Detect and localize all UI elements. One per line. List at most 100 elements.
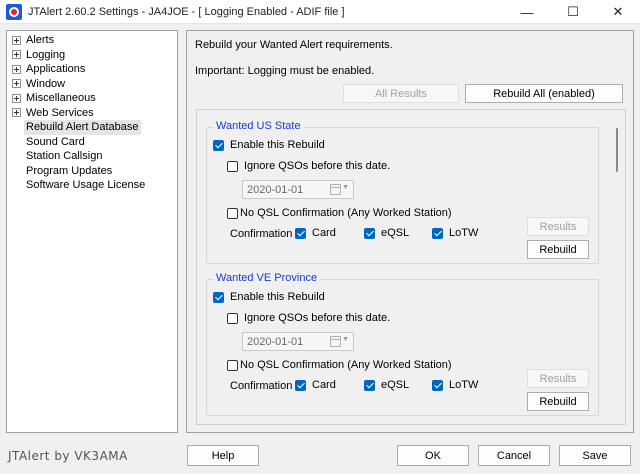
card-checkbox[interactable]: Card [295, 379, 336, 391]
checkbox-checked-icon[interactable] [295, 379, 306, 391]
tree-item-label: Station Callsign [26, 150, 103, 162]
eqsl-checkbox[interactable]: eQSL [364, 227, 409, 239]
tree-item-applications[interactable]: Applications [7, 62, 177, 77]
help-button[interactable]: Help [187, 445, 259, 466]
checkbox-unchecked-icon[interactable] [227, 312, 238, 324]
group-wanted-us-state: Wanted US State Enable this Rebuild Igno… [206, 120, 599, 264]
checkbox-label: Card [312, 379, 336, 391]
important-text: Important: Logging must be enabled. [195, 65, 375, 77]
tree-item-label: Logging [26, 48, 66, 61]
rebuild-scroll-area[interactable]: Wanted US State Enable this Rebuild Igno… [196, 109, 626, 425]
tree-item-label: Program Updates [26, 164, 113, 177]
date-value: 2020-01-01 [247, 335, 304, 348]
checkbox-label: Card [312, 227, 336, 239]
tree-item-alerts[interactable]: Alerts [7, 33, 177, 48]
tree-item-window[interactable]: Window [7, 77, 177, 92]
no-qsl-checkbox[interactable]: No QSL Confirmation (Any Worked Station) [227, 207, 452, 219]
window-controls: — ☐ ✕ [504, 0, 640, 24]
checkbox-label: Enable this Rebuild [230, 291, 325, 303]
calendar-icon[interactable] [330, 336, 341, 347]
group-title: Wanted US State [213, 120, 304, 132]
checkbox-checked-icon[interactable] [364, 227, 375, 239]
calendar-icon[interactable] [330, 184, 341, 195]
checkbox-unchecked-icon[interactable] [227, 160, 238, 172]
tree-item-label: Miscellaneous [26, 92, 96, 104]
tree-item-software-usage-license[interactable]: Software Usage License [7, 178, 177, 193]
card-checkbox[interactable]: Card [295, 227, 336, 239]
checkbox-label: LoTW [449, 227, 479, 239]
tree-item-label: Window [26, 77, 66, 90]
minimize-button[interactable]: — [504, 0, 550, 24]
rebuild-button[interactable]: Rebuild [527, 392, 589, 411]
checkbox-checked-icon[interactable] [295, 227, 306, 239]
checkbox-unchecked-icon[interactable] [227, 359, 238, 371]
expand-icon[interactable] [12, 79, 21, 89]
tree-item-program-updates[interactable]: Program Updates [7, 164, 177, 179]
tree-item-web-services[interactable]: Web Services [7, 106, 177, 121]
no-qsl-checkbox[interactable]: No QSL Confirmation (Any Worked Station) [227, 359, 452, 371]
checkbox-label: eQSL [381, 227, 410, 239]
checkbox-checked-icon[interactable] [432, 379, 443, 391]
tree-item-station-callsign[interactable]: Station Callsign [7, 149, 177, 164]
expand-icon[interactable] [12, 108, 21, 118]
tree-item-rebuild-alert-database[interactable]: Rebuild Alert Database [7, 120, 177, 135]
settings-tree[interactable]: Alerts Logging Applications Window Misce… [6, 30, 178, 433]
cancel-button[interactable]: Cancel [478, 445, 550, 466]
app-icon [6, 3, 22, 20]
vertical-scrollbar[interactable] [608, 110, 625, 424]
checkbox-checked-icon[interactable] [213, 291, 224, 303]
group-wanted-ve-province: Wanted VE Province Enable this Rebuild I… [206, 272, 599, 416]
confirmation-label: Confirmation [230, 228, 293, 240]
enable-rebuild-checkbox[interactable]: Enable this Rebuild [213, 139, 325, 151]
checkbox-label: No QSL Confirmation (Any Worked Station) [240, 359, 452, 371]
ignore-qsos-checkbox[interactable]: Ignore QSOs before this date. [227, 312, 390, 324]
tree-item-label: Software Usage License [26, 179, 146, 191]
results-button[interactable]: Results [527, 217, 589, 236]
all-results-button[interactable]: All Results [343, 84, 459, 103]
chevron-down-icon[interactable]: ▼ [342, 184, 349, 191]
brand-label: JTAlert by VK3AMA [8, 449, 128, 463]
save-button[interactable]: Save [559, 445, 631, 466]
tree-item-miscellaneous[interactable]: Miscellaneous [7, 91, 177, 106]
checkbox-checked-icon[interactable] [364, 379, 375, 391]
scrollbar-thumb[interactable] [616, 128, 618, 172]
checkbox-checked-icon[interactable] [432, 227, 443, 239]
chevron-down-icon[interactable]: ▼ [342, 336, 349, 343]
ignore-date-picker[interactable]: 2020-01-01 ▼ [242, 180, 354, 199]
results-button[interactable]: Results [527, 369, 589, 388]
checkbox-checked-icon[interactable] [213, 139, 224, 151]
tree-item-label: Sound Card [26, 135, 85, 148]
ignore-date-picker[interactable]: 2020-01-01 ▼ [242, 332, 354, 351]
rebuild-all-button[interactable]: Rebuild All (enabled) [465, 84, 623, 103]
close-button[interactable]: ✕ [596, 0, 640, 24]
checkbox-label: Ignore QSOs before this date. [244, 160, 391, 172]
checkbox-label: LoTW [449, 379, 479, 391]
expand-icon[interactable] [12, 35, 21, 45]
expand-icon[interactable] [12, 93, 21, 103]
expand-icon[interactable] [12, 64, 21, 74]
tree-item-label: Web Services [26, 106, 94, 119]
rebuild-pane: Rebuild your Wanted Alert requirements. … [186, 30, 634, 433]
title-bar: JTAlert 2.60.2 Settings - JA4JOE - [ Log… [0, 0, 640, 24]
eqsl-checkbox[interactable]: eQSL [364, 379, 409, 391]
lotw-checkbox[interactable]: LoTW [432, 379, 478, 391]
tree-item-label: Alerts [26, 34, 55, 46]
checkbox-unchecked-icon[interactable] [227, 207, 238, 219]
checkbox-label: eQSL [381, 379, 410, 391]
tree-item-sound-card[interactable]: Sound Card [7, 135, 177, 150]
ok-button[interactable]: OK [397, 445, 469, 466]
ignore-qsos-checkbox[interactable]: Ignore QSOs before this date. [227, 160, 390, 172]
rebuild-button[interactable]: Rebuild [527, 240, 589, 259]
lotw-checkbox[interactable]: LoTW [432, 227, 478, 239]
tree-item-logging[interactable]: Logging [7, 48, 177, 63]
checkbox-label: Ignore QSOs before this date. [244, 312, 391, 324]
checkbox-label: No QSL Confirmation (Any Worked Station) [240, 207, 452, 219]
enable-rebuild-checkbox[interactable]: Enable this Rebuild [213, 291, 325, 303]
maximize-button[interactable]: ☐ [550, 0, 596, 24]
group-title: Wanted VE Province [213, 272, 321, 284]
expand-icon[interactable] [12, 50, 21, 60]
tree-item-label: Rebuild Alert Database [24, 120, 141, 135]
date-value: 2020-01-01 [247, 183, 304, 196]
checkbox-label: Enable this Rebuild [230, 139, 325, 151]
tree-item-label: Applications [26, 63, 86, 75]
